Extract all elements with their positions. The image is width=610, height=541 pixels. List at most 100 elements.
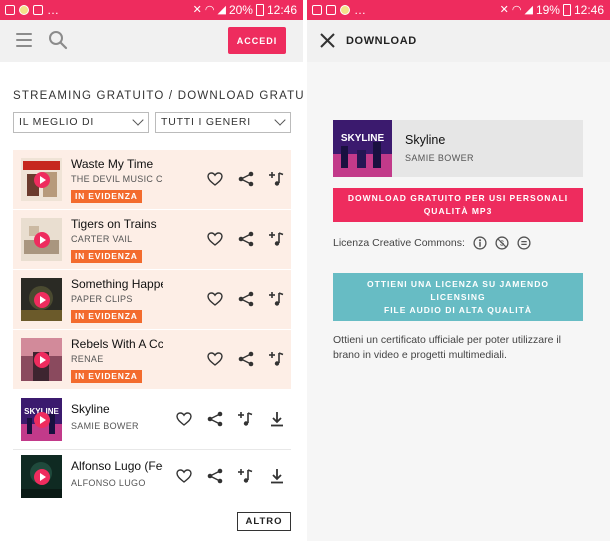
library-panel: … ✕ ◠ ◢ 20% 12:46 ACCEDI STREAMING GRATU… (0, 0, 303, 541)
heart-icon[interactable] (206, 290, 224, 308)
cc-attribution-icon[interactable] (473, 236, 487, 250)
login-button[interactable]: ACCEDI (228, 27, 286, 54)
track-artist[interactable]: PAPER CLIPS (71, 294, 163, 304)
download-header: DOWNLOAD (307, 20, 610, 62)
genre-value: TUTTI I GENERI (161, 116, 251, 128)
license-row: Licenza Creative Commons: $ (333, 236, 531, 250)
signal-icon: ◢ (217, 3, 226, 16)
menu-icon[interactable] (16, 33, 32, 47)
track-row[interactable]: Waste My Time THE DEVIL MUSIC CO IN EVID… (13, 150, 291, 210)
cc-noncommercial-icon[interactable]: $ (495, 236, 509, 250)
license-btn-line3: FILE AUDIO DI ALTA QUALITÀ (384, 304, 532, 315)
track-artist[interactable]: THE DEVIL MUSIC CO (71, 174, 163, 184)
status-bar: … ✕ ◠ ◢ 19% 12:46 (307, 0, 610, 20)
share-icon[interactable] (237, 230, 255, 248)
track-artist[interactable]: RENAE (71, 354, 163, 364)
track-cover[interactable] (21, 455, 62, 498)
genre-dropdown[interactable]: TUTTI I GENERI (155, 112, 291, 133)
track-cover[interactable]: SKYLINE (21, 398, 62, 441)
track-title: Skyline (405, 133, 446, 147)
track-title[interactable]: Skyline (71, 402, 163, 416)
share-icon[interactable] (237, 350, 255, 368)
track-title[interactable]: Tigers on Trains (71, 217, 163, 231)
add-to-playlist-icon[interactable] (267, 290, 285, 308)
add-to-playlist-icon[interactable] (267, 350, 285, 368)
download-icon[interactable] (268, 467, 286, 485)
more-button[interactable]: ALTRO (237, 512, 291, 531)
play-icon[interactable] (33, 351, 50, 368)
battery-percent: 19% (535, 3, 560, 17)
more-notifications-icon: … (47, 3, 60, 17)
search-icon[interactable] (48, 30, 68, 50)
get-license-button[interactable]: OTTIENI UNA LICENZA SU JAMENDO LICENSING… (333, 273, 583, 321)
share-icon[interactable] (206, 410, 224, 428)
featured-badge: IN EVIDENZA (71, 250, 142, 263)
download-icon[interactable] (268, 410, 286, 428)
status-bar: … ✕ ◠ ◢ 20% 12:46 (0, 0, 303, 20)
track-row[interactable]: Rebels With A Cc RENAE IN EVIDENZA (13, 330, 291, 390)
notification-icon (326, 5, 336, 15)
clock: 12:46 (573, 3, 604, 17)
heart-icon[interactable] (206, 230, 224, 248)
best-of-value: IL MEGLIO DI (19, 116, 95, 128)
share-icon[interactable] (237, 290, 255, 308)
free-download-line1: DOWNLOAD GRATUITO PER USI PERSONALI (347, 193, 569, 203)
signal-icon: ◢ (524, 3, 533, 16)
add-to-playlist-icon[interactable] (236, 410, 254, 428)
track-cover[interactable] (21, 218, 62, 261)
track-cover[interactable] (21, 278, 62, 321)
share-icon[interactable] (206, 467, 224, 485)
app-notification-icon (340, 5, 350, 15)
mute-icon: ✕ (499, 3, 509, 16)
track-cover[interactable] (21, 338, 62, 381)
clock: 12:46 (266, 3, 297, 17)
mute-icon: ✕ (192, 3, 202, 16)
play-icon[interactable] (33, 468, 50, 485)
more-notifications-icon: … (354, 3, 367, 17)
battery-percent: 20% (228, 3, 253, 17)
track-artist[interactable]: CARTER VAIL (71, 234, 163, 244)
heart-icon[interactable] (206, 170, 224, 188)
track-row[interactable]: Tigers on Trains CARTER VAIL IN EVIDENZA (13, 210, 291, 270)
free-download-button[interactable]: DOWNLOAD GRATUITO PER USI PERSONALI QUAL… (333, 188, 583, 222)
track-title[interactable]: Something Happe (71, 277, 163, 291)
close-icon[interactable] (319, 32, 336, 49)
track-artist[interactable]: SAMIE BOWER (71, 421, 163, 431)
featured-badge: IN EVIDENZA (71, 370, 142, 383)
add-to-playlist-icon[interactable] (236, 467, 254, 485)
heart-icon[interactable] (206, 350, 224, 368)
cover-text: SKYLINE (341, 133, 385, 144)
free-download-line2: QUALITÀ MP3 (423, 206, 493, 216)
best-of-dropdown[interactable]: IL MEGLIO DI (13, 112, 149, 133)
license-description: Ottieni un certificato ufficiale per pot… (333, 334, 561, 361)
track-cover[interactable] (21, 158, 62, 201)
license-label: Licenza Creative Commons: (333, 237, 465, 249)
featured-badge: IN EVIDENZA (71, 310, 142, 323)
chevron-down-icon (132, 114, 144, 126)
chevron-down-icon (274, 114, 286, 126)
add-to-playlist-icon[interactable] (267, 170, 285, 188)
track-row[interactable]: Alfonso Lugo (Fec ALFONSO LUGO (13, 447, 291, 507)
page-title: DOWNLOAD (346, 35, 417, 47)
heart-icon[interactable] (175, 410, 193, 428)
heart-icon[interactable] (175, 467, 193, 485)
track-row[interactable]: SKYLINE Skyline SAMIE BOWER (13, 390, 291, 450)
play-icon[interactable] (33, 411, 50, 428)
track-row[interactable]: Something Happe PAPER CLIPS IN EVIDENZA (13, 270, 291, 330)
play-icon[interactable] (33, 291, 50, 308)
share-icon[interactable] (237, 170, 255, 188)
notification-icon (5, 5, 15, 15)
featured-badge: IN EVIDENZA (71, 190, 142, 203)
play-icon[interactable] (33, 231, 50, 248)
track-card: SKYLINE Skyline SAMIE BOWER (333, 120, 583, 177)
battery-icon (255, 4, 264, 16)
track-title[interactable]: Waste My Time (71, 157, 163, 171)
track-title[interactable]: Alfonso Lugo (Fec (71, 459, 163, 473)
track-title[interactable]: Rebels With A Cc (71, 337, 163, 351)
wifi-icon: ◠ (204, 3, 215, 16)
track-artist[interactable]: ALFONSO LUGO (71, 478, 163, 488)
cc-noderivatives-icon[interactable] (517, 236, 531, 250)
screen: … ✕ ◠ ◢ 20% 12:46 ACCEDI STREAMING GRATU… (0, 0, 610, 541)
play-icon[interactable] (33, 171, 50, 188)
add-to-playlist-icon[interactable] (267, 230, 285, 248)
